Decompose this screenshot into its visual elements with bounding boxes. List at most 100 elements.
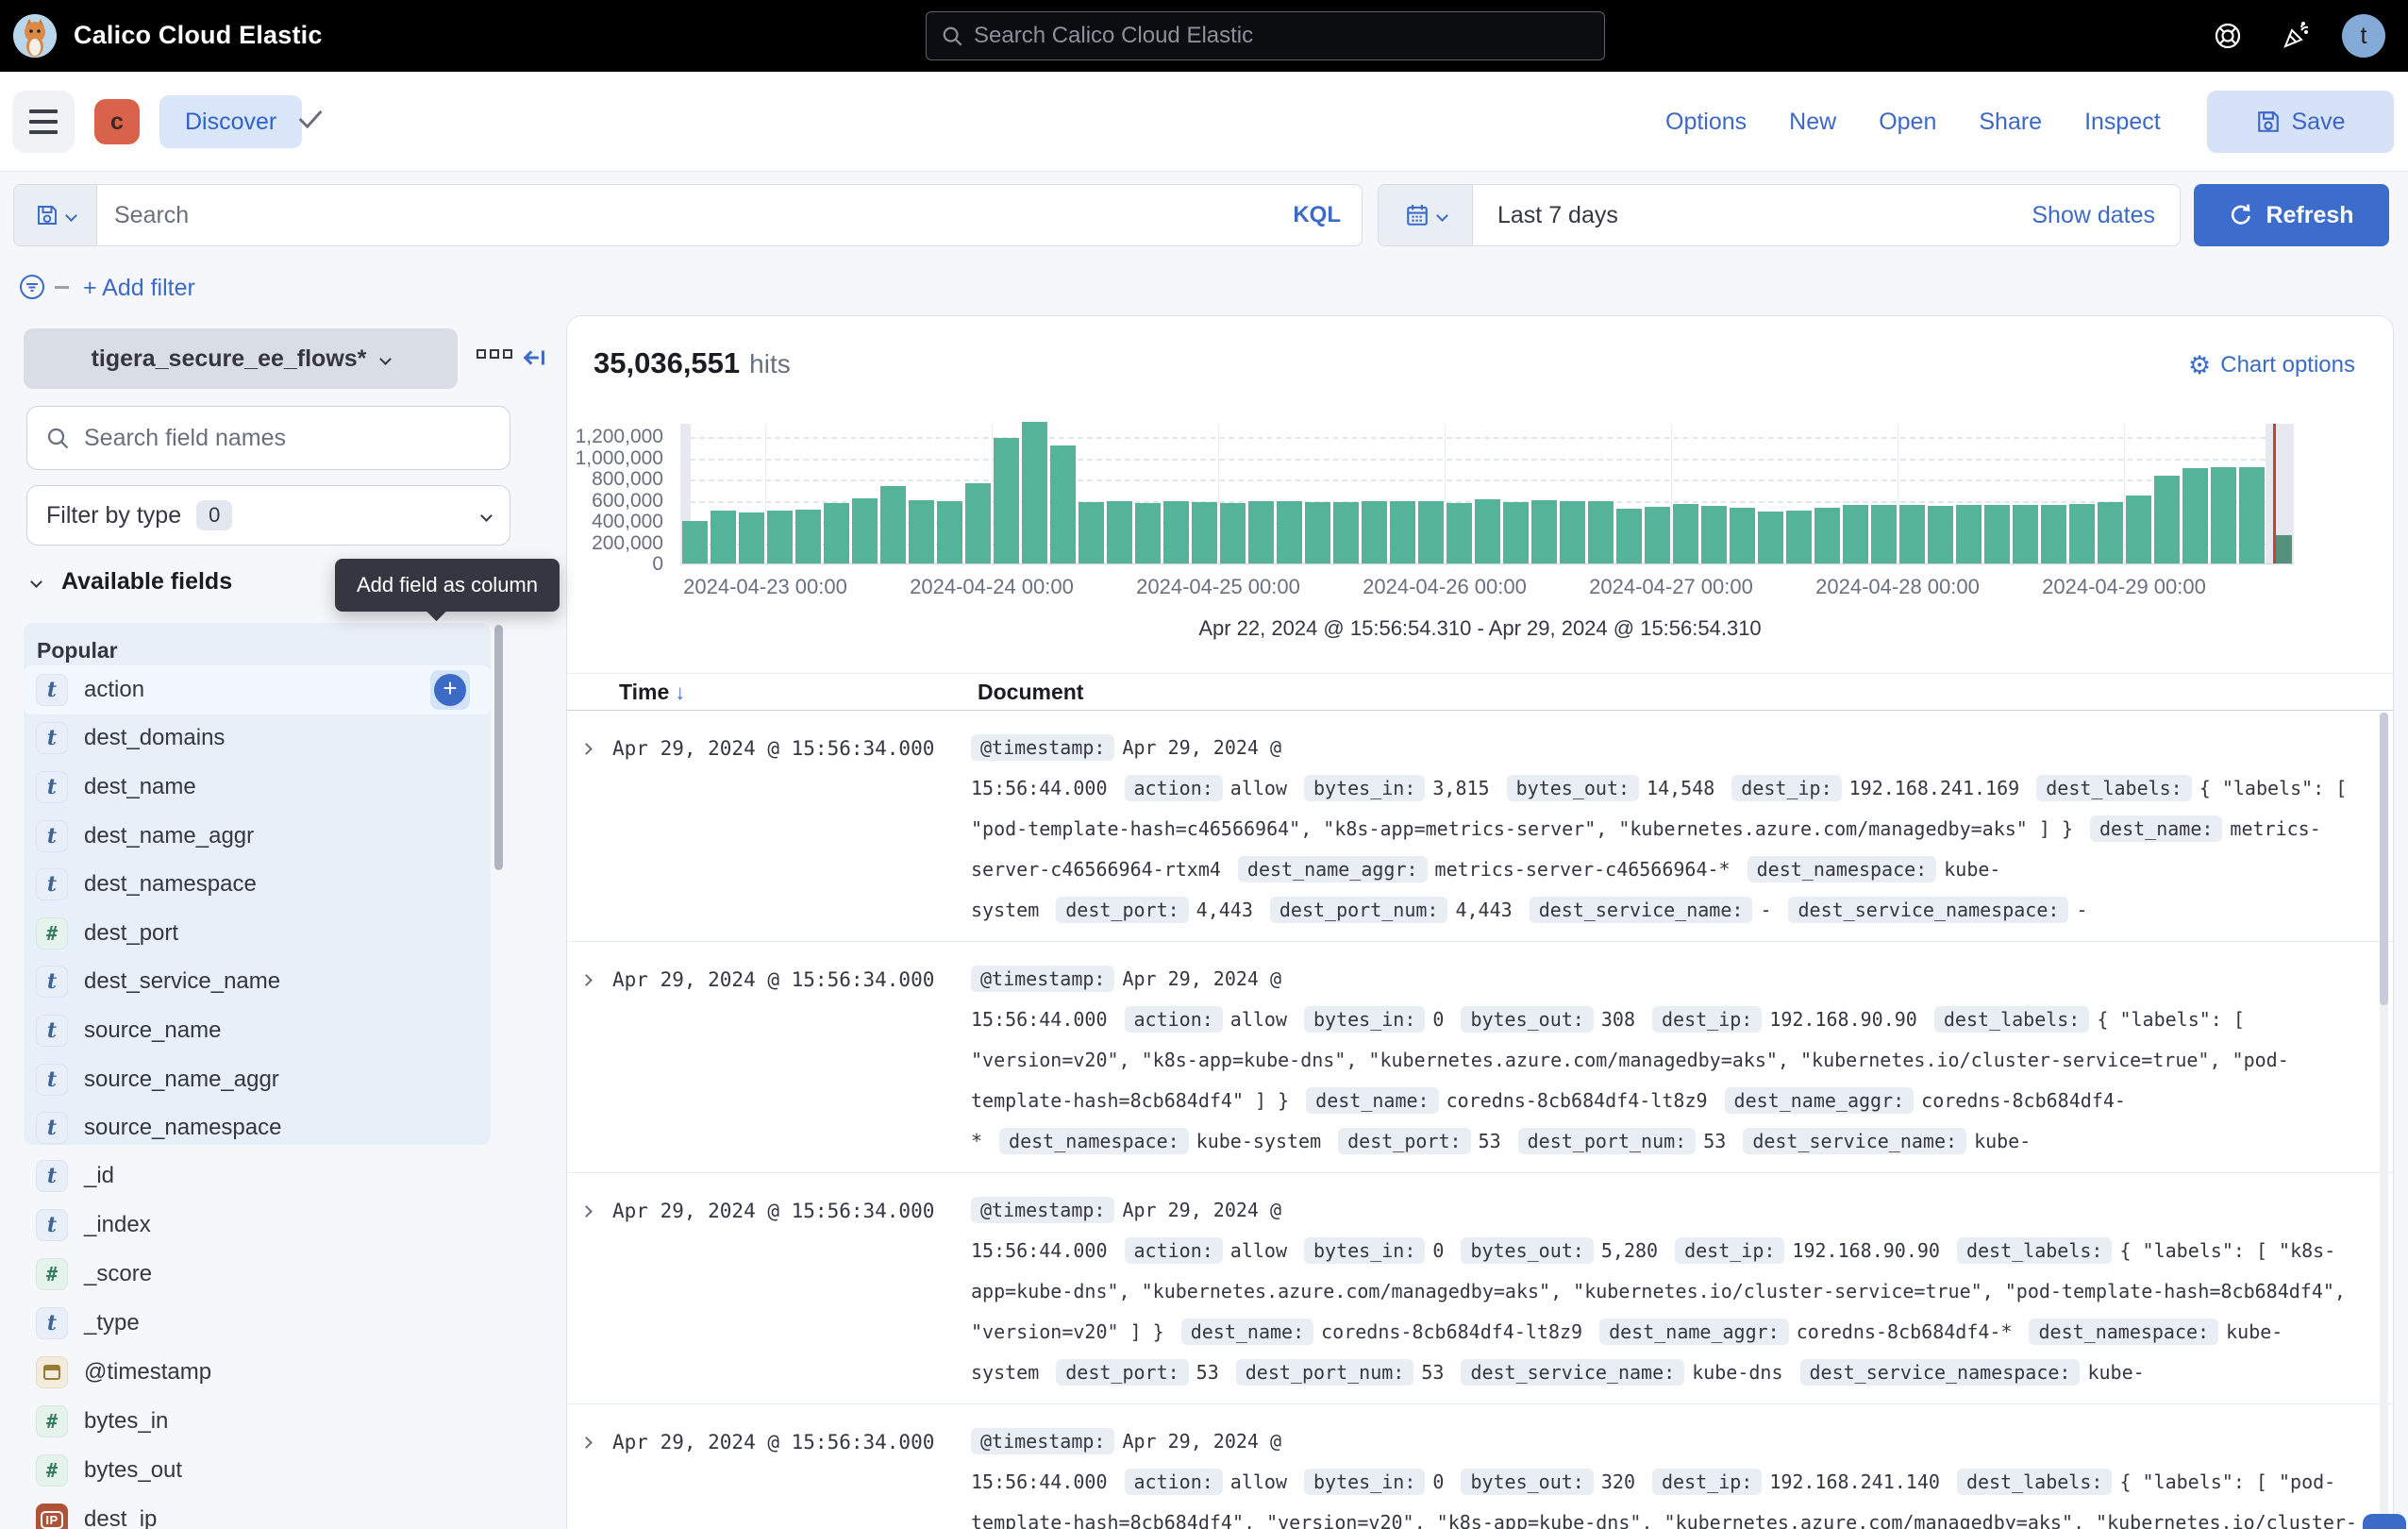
histogram-bar[interactable] — [1163, 501, 1189, 563]
histogram-bar[interactable] — [1645, 507, 1670, 563]
doc-field-name[interactable]: dest_name_aggr: — [1725, 1087, 1915, 1114]
doc-field-name[interactable]: dest_service_name: — [1743, 1128, 1966, 1154]
nav-link-options[interactable]: Options — [1665, 109, 1747, 136]
histogram-bar[interactable] — [1135, 503, 1161, 563]
field-item-dest_namespace[interactable]: tdest_namespace — [24, 860, 491, 909]
histogram-bar[interactable] — [1107, 501, 1132, 563]
user-avatar[interactable]: t — [2342, 14, 2385, 58]
field-item-_type[interactable]: t_type — [24, 1299, 491, 1348]
save-button[interactable]: Save — [2207, 91, 2394, 153]
show-dates-button[interactable]: Show dates — [2032, 185, 2180, 245]
doc-field-name[interactable]: action: — [1125, 775, 1223, 801]
doc-field-name[interactable]: dest_namespace: — [999, 1128, 1189, 1154]
global-search[interactable] — [926, 11, 1605, 60]
doc-field-name[interactable]: dest_name: — [1181, 1319, 1313, 1345]
doc-field-name[interactable]: dest_labels: — [1934, 1006, 2090, 1033]
doc-field-name[interactable]: @timestamp: — [971, 734, 1114, 761]
histogram-bar[interactable] — [1956, 505, 1982, 563]
expand-row-button[interactable] — [582, 1435, 591, 1452]
breadcrumb-discover[interactable]: Discover — [159, 95, 302, 148]
field-item-source_name[interactable]: tsource_name — [24, 1006, 491, 1055]
field-settings-icon[interactable] — [477, 349, 512, 359]
doc-field-name[interactable]: dest_labels: — [1957, 1237, 2113, 1264]
histogram-bar[interactable] — [1079, 502, 1104, 563]
saved-query-menu-button[interactable] — [14, 185, 97, 245]
table-scrollbar-thumb[interactable] — [2380, 713, 2388, 1005]
doc-field-name[interactable]: bytes_out: — [1461, 1006, 1593, 1033]
histogram-bar[interactable] — [2098, 502, 2123, 563]
doc-field-name[interactable]: dest_ip: — [1675, 1237, 1784, 1264]
histogram-bar[interactable] — [2154, 476, 2180, 563]
doc-field-name[interactable]: action: — [1125, 1006, 1223, 1033]
menu-hamburger-button[interactable] — [12, 91, 75, 153]
doc-field-name[interactable]: dest_port: — [1338, 1128, 1470, 1154]
histogram-bar[interactable] — [682, 521, 708, 563]
add-field-as-column-button[interactable]: + — [430, 670, 470, 710]
doc-field-name[interactable]: dest_name_aggr: — [1238, 856, 1428, 882]
histogram-bar[interactable] — [795, 510, 821, 563]
field-item-dest_name[interactable]: tdest_name — [24, 763, 491, 812]
field-item-dest_name_aggr[interactable]: tdest_name_aggr — [24, 812, 491, 861]
doc-field-name[interactable]: bytes_in: — [1304, 775, 1425, 801]
doc-field-name[interactable]: dest_service_name: — [1530, 897, 1753, 923]
space-badge[interactable]: c — [94, 99, 140, 144]
nav-link-inspect[interactable]: Inspect — [2084, 109, 2161, 136]
doc-field-name[interactable]: dest_port: — [1056, 897, 1188, 923]
doc-field-name[interactable]: dest_port_num: — [1236, 1359, 1414, 1386]
doc-field-name[interactable]: bytes_in: — [1304, 1237, 1425, 1264]
doc-field-name[interactable]: @timestamp: — [971, 1197, 1114, 1223]
histogram-bar[interactable] — [1616, 509, 1642, 564]
nav-link-open[interactable]: Open — [1879, 109, 1936, 136]
histogram-bar[interactable] — [1560, 501, 1585, 563]
field-item-action[interactable]: taction+ — [24, 665, 491, 714]
histogram-bar-partial[interactable] — [2275, 535, 2292, 563]
field-item-dest_service_name[interactable]: tdest_service_name — [24, 958, 491, 1007]
histogram-bar[interactable] — [2013, 505, 2038, 563]
doc-field-name[interactable]: bytes_in: — [1304, 1469, 1425, 1495]
histogram-bar[interactable] — [1786, 511, 1812, 563]
histogram-bar[interactable] — [1248, 501, 1274, 563]
query-language-button[interactable]: KQL — [1272, 185, 1362, 245]
date-quick-select-button[interactable] — [1379, 185, 1473, 245]
histogram-bar[interactable] — [2211, 467, 2236, 563]
histogram-bar[interactable] — [1701, 506, 1727, 563]
field-item-bytes_out[interactable]: #bytes_out — [24, 1446, 491, 1495]
histogram-bar[interactable] — [1418, 501, 1444, 563]
doc-field-name[interactable]: action: — [1125, 1469, 1223, 1495]
add-filter-button[interactable]: + Add filter — [83, 275, 195, 302]
calico-logo[interactable] — [13, 14, 57, 58]
doc-field-name[interactable]: dest_namespace: — [1747, 856, 1937, 882]
histogram-bar[interactable] — [1305, 502, 1330, 563]
histogram-bar[interactable] — [2041, 505, 2066, 563]
histogram-bar[interactable] — [1814, 508, 1840, 563]
field-search[interactable] — [26, 406, 510, 470]
histogram-bar[interactable] — [1928, 506, 1953, 563]
nav-link-share[interactable]: Share — [1979, 109, 2042, 136]
doc-field-name[interactable]: bytes_out: — [1461, 1469, 1593, 1495]
doc-field-name[interactable]: @timestamp: — [971, 966, 1114, 992]
expand-row-button[interactable] — [582, 972, 591, 989]
help-life-ring-icon[interactable] — [2213, 21, 2243, 51]
doc-field-name[interactable]: dest_labels: — [2036, 775, 2192, 801]
expand-row-button[interactable] — [582, 741, 591, 758]
doc-field-name[interactable]: dest_name_aggr: — [1599, 1319, 1789, 1345]
kql-query-input[interactable] — [97, 185, 1272, 245]
time-column-header[interactable]: Time↓ — [619, 680, 685, 705]
doc-field-name[interactable]: dest_service_name: — [1461, 1359, 1684, 1386]
field-item-_index[interactable]: t_index — [24, 1201, 491, 1250]
histogram-bar[interactable] — [1050, 445, 1076, 563]
histogram-bar[interactable] — [1277, 501, 1302, 563]
histogram-bar[interactable] — [1390, 501, 1415, 563]
histogram-bar[interactable] — [2126, 496, 2151, 563]
filter-by-type-dropdown[interactable]: Filter by type 0 — [26, 485, 510, 546]
doc-field-name[interactable]: dest_namespace: — [2029, 1319, 2218, 1345]
histogram-bar[interactable] — [824, 503, 849, 563]
doc-field-name[interactable]: action: — [1125, 1237, 1223, 1264]
field-item-source_namespace[interactable]: tsource_namespace — [24, 1103, 491, 1152]
histogram-bar[interactable] — [880, 486, 906, 563]
doc-field-name[interactable]: dest_port: — [1056, 1359, 1188, 1386]
histogram-bar[interactable] — [1333, 502, 1359, 563]
field-item-dest_ip[interactable]: IPdest_ip — [24, 1495, 491, 1529]
histogram-plot[interactable] — [680, 424, 2294, 564]
histogram-bar[interactable] — [2239, 467, 2265, 563]
